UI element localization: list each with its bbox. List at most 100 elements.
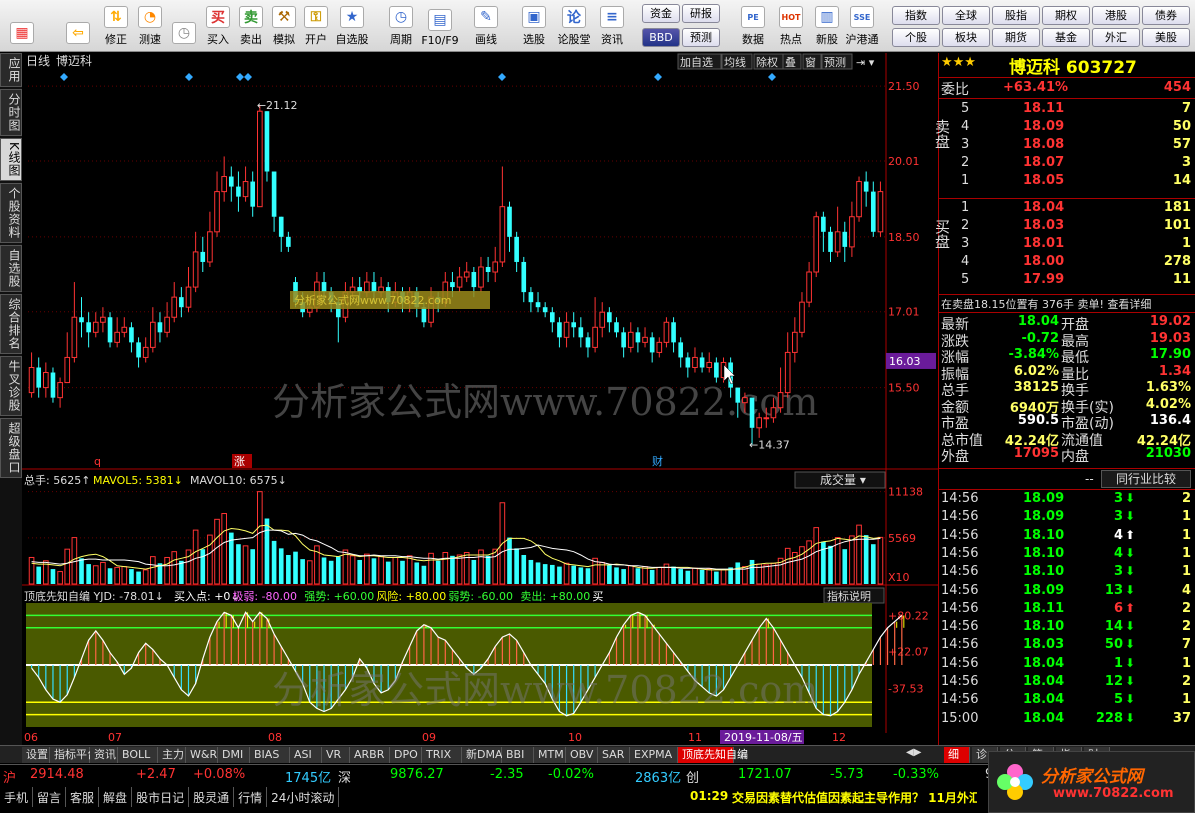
market-button-全球[interactable]: 全球: [942, 6, 990, 25]
toolbar-sell-button[interactable]: 卖卖出: [233, 3, 269, 49]
indicator-tab-18[interactable]: EXPMA: [630, 747, 678, 763]
chart-header-button-2[interactable]: 除权: [756, 55, 778, 69]
chart-header-button-0[interactable]: 加自选: [680, 56, 713, 69]
market-button-债券[interactable]: 债券: [1142, 6, 1190, 25]
bottom-menu-item-0[interactable]: 手机: [0, 787, 34, 807]
sidebar-item-0[interactable]: 应用: [0, 53, 22, 87]
indicator-tab-8[interactable]: ASI: [290, 747, 322, 763]
detail-tab-0[interactable]: 细: [944, 747, 970, 763]
market-button-期权[interactable]: 期权: [1042, 6, 1090, 25]
event-label-1[interactable]: 涨: [234, 455, 245, 468]
toolbar-buy-button[interactable]: 买买入: [200, 3, 236, 49]
indicator-tab-6[interactable]: DMI: [218, 747, 250, 763]
sidebar-item-3[interactable]: 个股资料: [0, 182, 22, 243]
indicator-tab-1[interactable]: 指标平台: [50, 747, 98, 763]
sell-price[interactable]: 18.05: [1023, 173, 1064, 188]
news-ticker[interactable]: 交易因素替代估值因素起主导作用？ 11月外汇: [732, 789, 977, 806]
toolbar-lock-button[interactable]: ⚿ 开户: [298, 3, 334, 49]
event-label-0[interactable]: q: [94, 455, 101, 468]
indicator-tab-14[interactable]: BBI: [502, 747, 534, 763]
chart-header-button-3[interactable]: 叠: [785, 56, 796, 69]
market-button-个股[interactable]: 个股: [892, 28, 940, 47]
sell-price[interactable]: 18.08: [1023, 137, 1064, 152]
indicator-tab-7[interactable]: BIAS: [250, 747, 290, 763]
indicator-help-button[interactable]: 指标说明: [827, 589, 871, 603]
buy-price[interactable]: 18.00: [1023, 254, 1064, 269]
toolbar-hammer-button[interactable]: ⚒ 模拟: [266, 3, 302, 49]
bottom-menu-item-3[interactable]: 解盘: [99, 787, 133, 807]
toolbar-pe-button[interactable]: PE 数据: [735, 3, 771, 49]
buy-price[interactable]: 17.99: [1023, 272, 1064, 287]
mid-button-2[interactable]: BBD: [642, 28, 680, 47]
market-button-美股[interactable]: 美股: [1142, 28, 1190, 47]
toolbar-news-button[interactable]: ≡ 资讯: [594, 3, 630, 49]
indicator-tab-4[interactable]: 主力: [158, 747, 186, 763]
toolbar-clock-button[interactable]: ◷ 周期: [383, 3, 419, 49]
sell-price[interactable]: 18.07: [1023, 155, 1064, 170]
sell-wall-notice[interactable]: 在卖盘18.15位置有 376手 卖单! 查看详细: [941, 296, 1195, 312]
toolbar-new-stock-button[interactable]: ▥ 新股: [809, 3, 845, 49]
indicator-tab-3[interactable]: BOLL: [118, 747, 158, 763]
panel-tab-industry[interactable]: 同行业比较: [1101, 470, 1191, 488]
toolbar-speed-button[interactable]: ◔ 测速: [132, 3, 168, 49]
indicator-tab-2[interactable]: 资讯: [90, 747, 118, 763]
toolbar-select-button[interactable]: ▣ 选股: [516, 3, 552, 49]
sidebar-item-4[interactable]: 自选股: [0, 244, 22, 292]
toolbar-discuss-button[interactable]: 论论股堂: [556, 3, 592, 49]
indicator-tab-10[interactable]: ARBR: [350, 747, 390, 763]
mid-button-3[interactable]: 预测: [682, 28, 720, 47]
indicator-tab-13[interactable]: 新DMA: [462, 747, 503, 763]
toolbar-f10-button[interactable]: ▤ F10/F9: [421, 3, 459, 49]
sidebar-item-1[interactable]: 分时图: [0, 89, 22, 136]
buy-price[interactable]: 18.01: [1023, 236, 1064, 251]
bottom-menu-item-5[interactable]: 股灵通: [189, 787, 235, 807]
toolbar-back-arrow-button[interactable]: ⇦: [60, 3, 96, 49]
tab-scroll-arrows[interactable]: ◀▶: [906, 747, 921, 758]
indicator-tab-17[interactable]: SAR: [598, 747, 630, 763]
market-button-基金[interactable]: 基金: [1042, 28, 1090, 47]
market-button-港股[interactable]: 港股: [1092, 6, 1140, 25]
bottom-menu-item-1[interactable]: 留言: [33, 787, 67, 807]
toolbar-pen-button[interactable]: ✎ 画线: [468, 3, 504, 49]
toolbar-hot-button[interactable]: HOT 热点: [773, 3, 809, 49]
toolbar-updown-arrow-button[interactable]: ⇅ 修正: [98, 3, 134, 49]
market-button-外汇[interactable]: 外汇: [1092, 28, 1140, 47]
market-button-板块[interactable]: 板块: [942, 28, 990, 47]
sidebar-item-6[interactable]: 牛叉诊股: [0, 355, 22, 416]
toolbar-clock-button[interactable]: ◷: [166, 3, 202, 49]
bottom-menu-item-6[interactable]: 行情: [234, 787, 268, 807]
chart-header-button-5[interactable]: 预测: [824, 56, 846, 69]
mid-button-0[interactable]: 资金: [642, 4, 680, 23]
sidebar-item-7[interactable]: 超级盘口: [0, 417, 22, 478]
chart-header-button-1[interactable]: 均线: [724, 55, 746, 69]
toolbar-star-button[interactable]: ★ 自选股: [334, 3, 370, 49]
expand-icon[interactable]: ⇥ ▾: [856, 56, 875, 69]
indicator-tab-12[interactable]: TRIX: [422, 747, 462, 763]
sidebar-item-5[interactable]: 综合排名: [0, 293, 22, 354]
sell-price[interactable]: 18.09: [1023, 119, 1064, 134]
event-label-2[interactable]: 财: [652, 454, 663, 468]
bottom-menu-item-2[interactable]: 客服: [66, 787, 100, 807]
toolbar-sse-hkex-button[interactable]: SSE 沪港通: [844, 3, 880, 49]
indicator-tab-5[interactable]: W&R: [186, 747, 218, 763]
toolbar-grid-button[interactable]: ▦: [4, 3, 40, 49]
market-button-期货[interactable]: 期货: [992, 28, 1040, 47]
indicator-tab-0[interactable]: 设置: [22, 747, 50, 763]
buy-price[interactable]: 18.04: [1023, 200, 1064, 215]
bottom-menu-item-4[interactable]: 股市日记: [132, 787, 190, 807]
market-button-股指[interactable]: 股指: [992, 6, 1040, 25]
sidebar-item-2[interactable]: K线图: [0, 138, 22, 181]
panel-tab-0[interactable]: --: [1085, 472, 1094, 486]
buy-price[interactable]: 18.03: [1023, 218, 1064, 233]
volume-title[interactable]: 成交量 ▾: [820, 472, 866, 487]
indicator-tab-9[interactable]: VR: [322, 747, 350, 763]
sell-price[interactable]: 18.11: [1023, 101, 1064, 116]
chart-header-button-4[interactable]: 窗: [805, 55, 816, 69]
indicator-tab-15[interactable]: MTM: [534, 747, 566, 763]
indicator-tab-11[interactable]: DPO: [390, 747, 422, 763]
market-button-指数[interactable]: 指数: [892, 6, 940, 25]
mid-button-1[interactable]: 研报: [682, 4, 720, 23]
indicator-tab-19[interactable]: 顶底先知自编: [678, 747, 748, 763]
bottom-menu-item-7[interactable]: 24小时滚动: [267, 787, 340, 807]
indicator-tab-16[interactable]: OBV: [566, 747, 598, 763]
